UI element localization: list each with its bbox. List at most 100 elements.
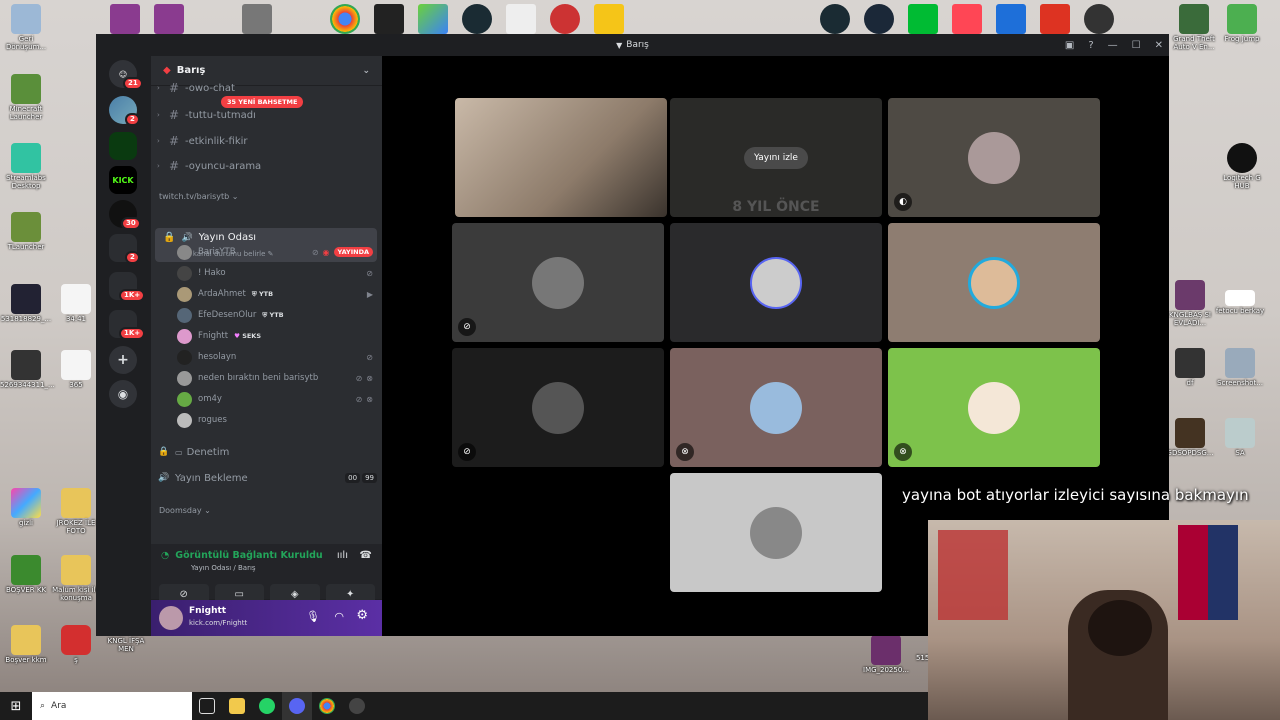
file-shortcut[interactable]: 34.41	[50, 284, 102, 324]
voice-member[interactable]: BarisYTB ⊘ ◉ YAYINDA	[177, 242, 373, 262]
video-tile[interactable]: ⊘	[452, 348, 664, 467]
channel-item[interactable]: › # -etkinlik-fikir	[157, 130, 377, 152]
file-shortcut[interactable]: Screenshot...	[1214, 348, 1266, 388]
file-shortcut[interactable]: SA	[1214, 418, 1266, 458]
folder-shortcut[interactable]: Malum kişi ile konuşma	[50, 555, 102, 602]
file-shortcut[interactable]: GDSOPDSG...	[1164, 418, 1216, 458]
chrome-icon[interactable]	[330, 4, 360, 34]
inbox-icon[interactable]: ▣	[1065, 40, 1074, 51]
valorant-icon[interactable]	[952, 4, 982, 34]
winrar-icon[interactable]	[154, 4, 184, 34]
shutdown-shortcut[interactable]: ş	[50, 625, 102, 665]
voice-member[interactable]: ! Hako ⊘	[177, 263, 373, 283]
tlauncher-shortcut[interactable]: TLauncher	[0, 212, 52, 252]
channel-item[interactable]: › # -owo-chat	[157, 80, 377, 96]
server-icon[interactable]: 30	[109, 200, 141, 230]
winrar-icon[interactable]	[110, 4, 140, 34]
gta-shortcut[interactable]: Grand Theft Auto V En...	[1168, 4, 1220, 51]
app-icon[interactable]	[996, 4, 1026, 34]
headphones-icon[interactable]: ◠	[334, 610, 344, 623]
maximize-button[interactable]: ☐	[1132, 40, 1141, 51]
video-tile[interactable]: ⊗	[670, 348, 882, 467]
user-avatar[interactable]	[159, 606, 183, 630]
folder-shortcut[interactable]: Boşver kkm	[0, 625, 52, 665]
video-tile-camera[interactable]	[455, 98, 667, 217]
file-shortcut[interactable]: 5269344311_...	[0, 350, 55, 390]
watch-stream-button[interactable]: Yayını izle	[744, 146, 808, 169]
explore-button[interactable]: ◉	[109, 380, 137, 408]
taskbar-whatsapp[interactable]	[252, 692, 282, 720]
noise-suppression-icon[interactable]: ıılı	[337, 550, 348, 561]
voice-channel-item[interactable]: 🔊 Yayın Bekleme 00 99	[157, 467, 377, 489]
connection-location[interactable]: Yayın Odası / Barış	[191, 564, 256, 572]
connection-status[interactable]: ◔ Görüntülü Bağlantı Kuruldu	[161, 550, 323, 561]
voice-channel-item[interactable]: 🔒 ▭ Denetim	[157, 441, 377, 463]
game-icon[interactable]	[550, 4, 580, 34]
server-folder[interactable]: 1K+	[109, 272, 146, 302]
voice-member[interactable]: Fnightt ♥ SEKS	[177, 326, 373, 346]
video-tile-stream[interactable]: 8 YIL ÖNCE Yayını izle	[670, 98, 882, 217]
voice-member[interactable]: hesolayn ⊘	[177, 347, 373, 367]
video-tile[interactable]: ⊗	[888, 348, 1100, 467]
video-tile[interactable]: ⊘	[452, 223, 664, 342]
voice-member[interactable]: ArdaAhmet ⛨ YTB ▶	[177, 284, 373, 304]
file-shortcut[interactable]: 365	[50, 350, 102, 390]
help-icon[interactable]: ?	[1088, 40, 1093, 51]
streamlabs-shortcut[interactable]: Streamlabs Desktop	[0, 143, 52, 190]
voice-member[interactable]: om4y ⊘ ⊗	[177, 389, 373, 409]
minimize-button[interactable]: —	[1108, 40, 1118, 51]
microphone-icon[interactable]: 🎙	[306, 610, 320, 623]
video-tile[interactable]: ◐	[888, 98, 1100, 217]
league-icon[interactable]	[462, 4, 492, 34]
app-icon[interactable]	[1040, 4, 1070, 34]
new-mentions-badge[interactable]: 35 YENİ BAHSETME	[221, 96, 304, 108]
taskbar-search[interactable]: ⌕ Ara	[32, 692, 192, 720]
voice-member[interactable]: neden bıraktın beni barisytb ⊘ ⊗	[177, 368, 373, 388]
league-icon[interactable]	[820, 4, 850, 34]
disconnect-icon[interactable]: ☎	[360, 550, 372, 561]
video-tile[interactable]	[888, 223, 1100, 342]
file-shortcut[interactable]: 531818829_...	[0, 284, 52, 324]
taskbar-chrome[interactable]	[312, 692, 342, 720]
frog-jump-shortcut[interactable]: Frog Jump	[1216, 4, 1268, 44]
add-server-button[interactable]: +	[109, 346, 137, 374]
close-button[interactable]: ✕	[1155, 40, 1163, 51]
task-view-button[interactable]	[192, 692, 222, 720]
folder-shortcut[interactable]: gizli	[0, 488, 52, 528]
bluestacks-icon[interactable]	[418, 4, 448, 34]
username[interactable]: Fnightt	[189, 606, 226, 616]
folder-shortcut[interactable]: JROKEZ İLE FOTO	[50, 488, 102, 535]
category-header[interactable]: Doomsday ⌄	[159, 506, 211, 515]
direct-messages-button[interactable]: ☺ 21	[109, 60, 143, 90]
taskbar-explorer[interactable]	[222, 692, 252, 720]
steam-icon[interactable]	[864, 4, 894, 34]
category-header[interactable]: twitch.tv/barisytb ⌄	[159, 192, 238, 201]
file-shortcut[interactable]: df	[1164, 348, 1216, 388]
taskbar-discord[interactable]	[282, 692, 312, 720]
fc25-icon[interactable]	[908, 4, 938, 34]
server-icon[interactable]	[109, 132, 137, 160]
obs-icon[interactable]	[1084, 4, 1114, 34]
server-icon-kick[interactable]: KICK	[109, 166, 137, 194]
folder-shortcut[interactable]: BOŞVER KK	[0, 555, 52, 595]
server-folder[interactable]: 2	[109, 234, 140, 264]
voice-member[interactable]: EfeDesenOlur ⛨ YTB	[177, 305, 373, 325]
epic-games-icon[interactable]	[374, 4, 404, 34]
mouse-icon[interactable]	[242, 4, 272, 34]
start-button[interactable]: ⊞	[0, 692, 32, 720]
channel-item[interactable]: › # -oyuncu-arama	[157, 155, 377, 177]
goose-icon[interactable]	[506, 4, 536, 34]
file-shortcut[interactable]: fetocu berkay	[1214, 290, 1266, 316]
server-icon[interactable]: 2	[109, 96, 140, 126]
settings-gear-icon[interactable]: ⚙	[356, 608, 368, 623]
voice-member[interactable]: rogues	[177, 410, 373, 430]
taskbar-app[interactable]	[342, 692, 372, 720]
minecraft-shortcut[interactable]: Minecraft Launcher	[0, 74, 52, 121]
video-tile[interactable]	[670, 223, 882, 342]
server-folder[interactable]: 1K+	[109, 310, 146, 340]
rockstar-icon[interactable]	[594, 4, 624, 34]
video-tile[interactable]	[670, 473, 882, 592]
logitech-shortcut[interactable]: Logitech G HUB	[1216, 143, 1268, 190]
recycle-bin-shortcut[interactable]: Geri Dönüşüm...	[0, 4, 52, 51]
file-shortcut[interactable]: KNGLBAŞ SI EVLADI...	[1164, 280, 1216, 327]
